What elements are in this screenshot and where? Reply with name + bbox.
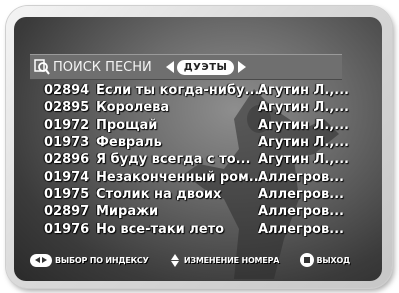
list-item[interactable]: 02894 Если ты когда-нибу... Агутин Л.,..…	[44, 82, 364, 99]
number-change-label: ИЗМЕНЕНИЕ НОМЕРА	[183, 255, 280, 265]
search-icon	[34, 59, 50, 75]
song-artist: Агутин Л.,...	[258, 152, 349, 168]
song-title: Если ты когда-нибу...	[96, 83, 258, 99]
list-item[interactable]: 02896 Я буду всегда с то... Агутин Л.,..…	[44, 151, 364, 168]
number-change-hint[interactable]: ИЗМЕНЕНИЕ НОМЕРА	[169, 252, 279, 268]
song-artist: Агутин Л.,...	[258, 100, 349, 116]
song-number: 02897	[44, 204, 90, 220]
song-artist: Агутин Л.,...	[258, 83, 349, 99]
left-right-icon[interactable]	[30, 253, 52, 267]
song-artist: Аллегров...	[258, 204, 344, 220]
song-list: 02894 Если ты когда-нибу... Агутин Л.,..…	[44, 82, 364, 238]
song-title: Я буду всегда с то...	[96, 152, 251, 168]
list-item[interactable]: 01975 Столик на двоих Аллегров...	[44, 186, 364, 203]
song-title: Миражи	[96, 204, 159, 220]
song-title: Незаконченный ром...	[96, 169, 258, 185]
search-header: ПОИСК ПЕСНИ ДУЭТЫ	[30, 54, 342, 80]
exit-hint[interactable]: ВЫХОД	[299, 253, 351, 267]
song-title: Столик на двоих	[96, 186, 222, 202]
song-title: Но все-таки лето	[96, 221, 225, 237]
left-arrow-icon[interactable]	[165, 61, 174, 73]
list-item[interactable]: 01973 Февраль Агутин Л.,...	[44, 134, 364, 151]
mode-tab[interactable]: ДУЭТЫ	[176, 59, 235, 75]
list-item[interactable]: 02897 Миражи Аллегров...	[44, 203, 364, 220]
footer-hints: ВЫБОР ПО ИНДЕКСУ ИЗМЕНЕНИЕ НОМЕРА ВЫХОД	[30, 250, 350, 270]
list-item[interactable]: 02895 Королева Агутин Л.,...	[44, 99, 364, 116]
song-artist: Аллегров...	[258, 169, 344, 185]
song-artist: Агутин Л.,...	[258, 135, 349, 151]
song-artist: Агутин Л.,...	[258, 117, 349, 133]
song-number: 01974	[44, 169, 90, 185]
song-number: 01976	[44, 221, 90, 237]
song-number: 01973	[44, 135, 90, 151]
list-item[interactable]: 01976 Но все-таки лето Аллегров...	[44, 220, 364, 237]
index-select-label: ВЫБОР ПО ИНДЕКСУ	[55, 255, 149, 265]
song-number: 02894	[44, 83, 90, 99]
song-number: 01975	[44, 186, 90, 202]
song-number: 02895	[44, 100, 90, 116]
stop-icon[interactable]	[299, 253, 314, 267]
index-select-hint[interactable]: ВЫБОР ПО ИНДЕКСУ	[30, 253, 149, 267]
list-item[interactable]: 01972 Прощай Агутин Л.,...	[44, 117, 364, 134]
song-title: Королева	[96, 100, 170, 116]
up-down-icon[interactable]	[169, 252, 181, 268]
right-arrow-icon[interactable]	[238, 61, 247, 73]
song-number: 01972	[44, 117, 90, 133]
exit-label: ВЫХОД	[316, 255, 351, 265]
song-title: Прощай	[96, 117, 158, 133]
song-artist: Аллегров...	[258, 221, 344, 237]
song-artist: Аллегров...	[258, 186, 344, 202]
list-item[interactable]: 01974 Незаконченный ром... Аллегров...	[44, 168, 364, 185]
page-title: ПОИСК ПЕСНИ	[53, 59, 152, 75]
song-number: 02896	[44, 152, 90, 168]
song-title: Февраль	[96, 135, 162, 151]
